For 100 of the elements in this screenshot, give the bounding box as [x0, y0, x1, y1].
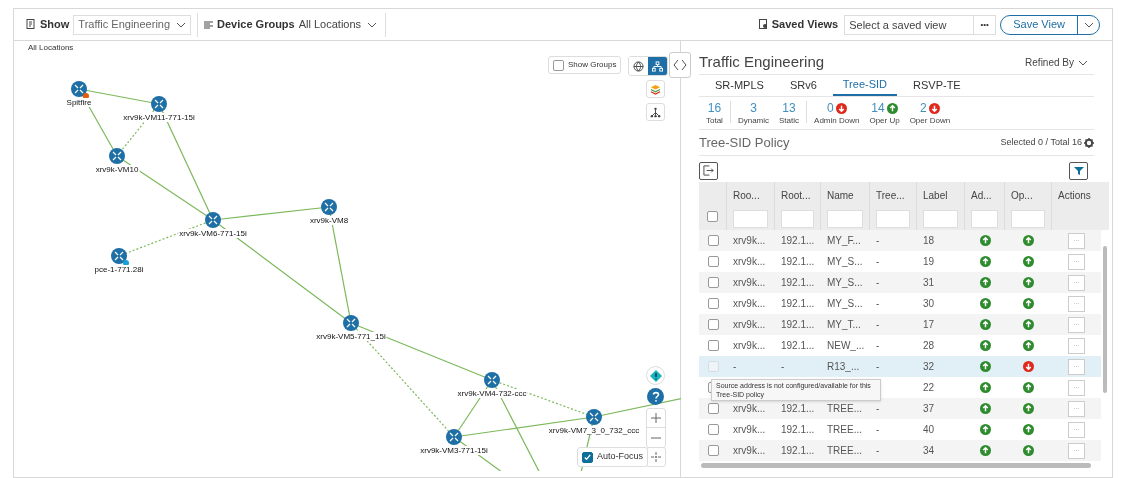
layers-icon [650, 83, 661, 95]
saved-view-field[interactable]: Select a saved view [844, 14, 975, 35]
router-node-icon[interactable] [446, 429, 462, 445]
table-cell: 28 [923, 340, 935, 351]
column-filter-field[interactable] [781, 210, 814, 228]
more-button[interactable]: ••• [974, 14, 997, 35]
table-cell: MY_S... [827, 256, 863, 267]
refined-by-dropdown[interactable]: Refined By [1025, 55, 1088, 70]
saved-views-icon [758, 19, 768, 30]
export-button[interactable] [699, 161, 718, 180]
checkbox[interactable] [707, 211, 718, 222]
node-label: xrv9k-VM7_3_0_732_ccc [547, 426, 641, 435]
stat-value: 0 [826, 101, 834, 115]
table-cell: xrv9k... [733, 298, 766, 309]
status-up-icon [979, 298, 991, 309]
auto-focus-toggle[interactable]: Auto-Focus [577, 447, 649, 467]
diamond-alert-icon [649, 369, 662, 382]
checkbox[interactable] [707, 319, 719, 330]
router-node-icon[interactable] [109, 148, 125, 164]
stat-value: 2 [920, 101, 927, 115]
tab[interactable]: RSVP-TE [903, 75, 971, 96]
location-label: All Locations [28, 42, 74, 54]
router-node-icon[interactable] [484, 372, 500, 388]
checkbox[interactable] [707, 424, 719, 435]
table-cell: - [876, 403, 880, 414]
column-filter-field[interactable] [827, 210, 863, 228]
node-label: xrv9k-VM4-732-ccc [456, 389, 528, 398]
table-cell: - [876, 256, 880, 267]
router-node-icon[interactable] [321, 199, 337, 215]
router-node-icon[interactable] [586, 409, 602, 425]
table-cell: xrv9k... [733, 277, 766, 288]
column-filter-field[interactable] [876, 210, 910, 228]
stat-value: 3 [750, 101, 757, 115]
status-up-icon [979, 256, 991, 267]
checkbox[interactable] [707, 445, 719, 456]
column-filter-field[interactable] [1011, 210, 1045, 228]
list-icon [204, 20, 214, 29]
table-cell: 30 [923, 298, 935, 309]
tab[interactable]: SRv6 [779, 75, 827, 96]
vertical-scrollbar[interactable] [1103, 246, 1107, 393]
table-cell: xrv9k... [733, 424, 766, 435]
column-filter-field[interactable] [733, 210, 768, 228]
status-up-icon [979, 319, 991, 330]
column-filter-field[interactable] [971, 210, 998, 228]
table-cell: 192.1... [781, 319, 815, 330]
stat-label: Total [706, 116, 723, 125]
status-up-icon [979, 340, 991, 351]
table-cell: 192.1... [781, 256, 815, 267]
node-label: xrv9k-VM10 [94, 165, 140, 174]
settings-icon[interactable] [1084, 137, 1094, 148]
table-cell: MY_S... [827, 298, 863, 309]
router-node-icon[interactable] [205, 212, 221, 228]
show-groups-toggle[interactable]: Show Groups [548, 56, 622, 74]
show-label: Show [40, 17, 70, 33]
column-filter-field[interactable] [923, 210, 958, 228]
table-cell: MY_F... [827, 235, 861, 246]
checkbox[interactable] [707, 277, 719, 288]
table-cell: - [876, 319, 880, 330]
checkbox[interactable] [707, 256, 719, 267]
status-up-icon [1023, 298, 1034, 309]
checkbox[interactable] [582, 451, 593, 463]
status-up-icon [979, 382, 991, 393]
alert-button[interactable] [646, 366, 665, 385]
checkbox[interactable] [707, 340, 719, 351]
checkbox[interactable] [707, 298, 719, 309]
table-cell: xrv9k... [733, 445, 766, 456]
checkbox[interactable] [707, 403, 719, 414]
hierarchy-button[interactable] [646, 103, 665, 121]
table-cell: TREE... [827, 403, 862, 414]
status-up-icon [979, 445, 991, 456]
router-node-icon[interactable] [71, 81, 87, 97]
table-cell: 192.1... [781, 340, 815, 351]
tab[interactable]: Tree-SID [832, 75, 898, 96]
filter-icon [1073, 165, 1084, 176]
stat-label: Oper Up [869, 116, 900, 125]
checkbox[interactable] [553, 59, 564, 71]
show-dropdown[interactable]: Traffic Engineering [73, 14, 192, 35]
router-node-icon[interactable] [111, 248, 127, 264]
table-cell: MY_T... [827, 319, 861, 330]
help-button[interactable] [647, 388, 664, 405]
topology-view-button[interactable] [648, 57, 667, 75]
filter-button[interactable] [1069, 161, 1088, 180]
collapse-panel-button[interactable] [669, 52, 691, 78]
checkbox[interactable] [707, 235, 719, 246]
router-node-icon[interactable] [343, 315, 359, 331]
tab[interactable]: SR-MPLS [705, 75, 774, 96]
table-cell: - [876, 298, 880, 309]
table-cell: 40 [923, 424, 935, 435]
table-cell: - [876, 445, 880, 456]
table-cell: 192.1... [781, 403, 815, 414]
device-groups-dropdown[interactable]: All Locations [298, 16, 378, 33]
stat-value: 13 [782, 101, 796, 115]
layers-button[interactable] [646, 80, 665, 98]
fit-view-button[interactable] [646, 447, 666, 467]
table-cell: - [876, 235, 880, 246]
status-up-icon [1023, 382, 1034, 393]
router-node-icon[interactable] [151, 96, 167, 112]
export-icon [703, 165, 714, 176]
status-up-icon [1023, 445, 1034, 456]
horizontal-scrollbar[interactable] [701, 463, 1091, 468]
